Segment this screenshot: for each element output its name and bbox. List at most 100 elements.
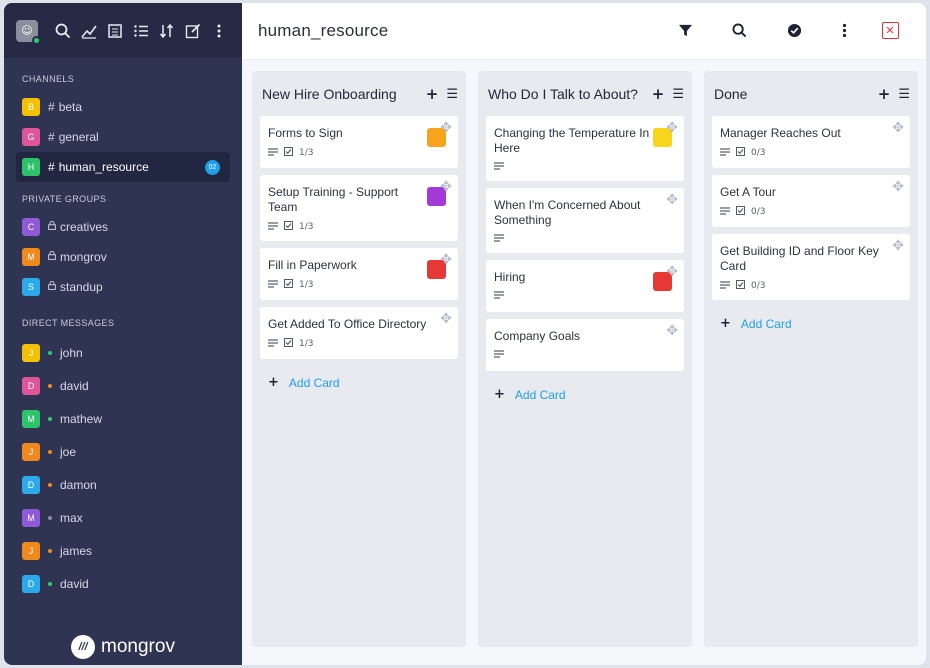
board-header: human_resource ✕ [242,3,926,60]
search-icon[interactable] [50,18,76,44]
task-card[interactable]: Get Added To Office Directory 1/3 ✥ [260,307,458,359]
task-card[interactable]: Fill in Paperwork 1/3 ✥ [260,248,458,300]
checklist-icon [284,279,293,291]
list-icon[interactable] [128,18,154,44]
menu-icon[interactable]: ☰ [446,87,458,102]
user-avatar[interactable]: ☺ [16,19,41,45]
add-icon[interactable]: + [652,85,665,103]
card-title: Changing the Temperature In Here [494,126,650,155]
task-card[interactable]: When I'm Concerned About Something ✥ [486,188,684,253]
task-card[interactable]: Company Goals ✥ [486,319,684,371]
dm-label: david [60,576,89,591]
group-label: standup [60,280,103,294]
description-icon [494,162,504,173]
checklist-count: 1/3 [299,280,314,290]
edit-icon[interactable] [180,18,206,44]
add-card-label: Add Card [514,387,566,402]
dm-avatar: M [22,409,40,428]
plus-icon: + [494,387,505,402]
channel-label: beta [58,100,83,114]
group-item-creatives[interactable]: Ccreatives [16,212,230,242]
drag-handle-icon[interactable]: ✥ [440,311,452,327]
dm-item-mathew[interactable]: Mmathew [16,402,230,435]
more-icon[interactable] [833,19,855,41]
checklist-icon [284,147,293,159]
add-card-button[interactable]: + Add Card [486,387,684,402]
dm-item-max[interactable]: Mmax [16,501,230,534]
sort-icon[interactable] [154,18,180,44]
dm-item-david[interactable]: Ddavid [16,369,230,402]
more-icon[interactable] [206,18,232,44]
board-column: New Hire Onboarding + ☰ Forms to Sign 1/3 ✥ Se… [252,71,466,647]
dm-item-joe[interactable]: Jjoe [16,435,230,468]
drag-handle-icon[interactable]: ✥ [666,264,678,280]
close-icon[interactable]: ✕ [879,19,901,41]
add-card-button[interactable]: + Add Card [712,316,910,331]
checklist-count: 1/3 [299,339,314,349]
dm-item-james[interactable]: Jjames [16,534,230,567]
column-title: Done [714,86,748,102]
checklist-count: 0/3 [751,148,766,158]
menu-icon[interactable]: ☰ [898,87,910,102]
drag-handle-icon[interactable]: ✥ [440,179,452,195]
card-meta: 1/3 [268,279,450,291]
directory-icon[interactable] [102,18,128,44]
brand-footer: /// mongrov [4,635,242,659]
checklist-count: 1/3 [299,222,314,232]
drag-handle-icon[interactable]: ✥ [666,192,678,208]
drag-handle-icon[interactable]: ✥ [666,120,678,136]
group-item-mongrov[interactable]: Mmongrov [16,242,230,272]
dm-item-damon[interactable]: Ddamon [16,468,230,501]
drag-handle-icon[interactable]: ✥ [666,323,678,339]
add-icon[interactable]: + [878,85,891,103]
lock-icon [48,280,56,293]
search-icon[interactable] [728,19,750,41]
hash-icon: # [48,130,55,144]
private-groups-section-label: PRIVATE GROUPS [22,194,107,204]
channel-item-general[interactable]: G # general [16,122,230,152]
drag-handle-icon[interactable]: ✥ [440,252,452,268]
card-meta: 0/3 [720,206,902,218]
column-title: New Hire Onboarding [262,86,397,102]
check-circle-icon[interactable] [783,19,805,41]
drag-handle-icon[interactable]: ✥ [892,179,904,195]
chart-icon[interactable] [76,18,102,44]
channel-item-human_resource[interactable]: H # human_resource 02 [16,152,230,182]
checklist-count: 0/3 [751,281,766,291]
card-title: Get Added To Office Directory [268,317,427,331]
mongrov-logo-icon: /// [71,635,96,659]
card-title: Get A Tour [720,185,776,199]
description-icon [494,350,504,361]
add-icon[interactable]: + [426,85,439,103]
group-item-standup[interactable]: Sstandup [16,272,230,302]
menu-icon[interactable]: ☰ [672,87,684,102]
channel-label: general [58,130,99,144]
channel-item-beta[interactable]: B # beta [16,92,230,122]
dm-item-david[interactable]: Ddavid [16,567,230,600]
add-card-button[interactable]: + Add Card [260,375,458,390]
description-icon [720,206,730,218]
checklist-count: 0/3 [751,207,766,217]
channel-avatar: G [22,128,40,146]
checklist-icon [284,221,293,233]
task-card[interactable]: Get Building ID and Floor Key Card 0/3 ✥ [712,234,910,300]
task-card[interactable]: Forms to Sign 1/3 ✥ [260,116,458,168]
checklist-icon [736,280,745,292]
card-meta: 1/3 [268,147,450,159]
dm-item-john[interactable]: Jjohn [16,336,230,369]
filter-icon[interactable] [674,19,696,41]
drag-handle-icon[interactable]: ✥ [892,120,904,136]
task-card[interactable]: Manager Reaches Out 0/3 ✥ [712,116,910,168]
channel-avatar: B [22,98,40,116]
task-card[interactable]: Changing the Temperature In Here ✥ [486,116,684,181]
card-meta [494,350,676,361]
drag-handle-icon[interactable]: ✥ [440,120,452,136]
drag-handle-icon[interactable]: ✥ [892,238,904,254]
presence-status-dot [48,581,52,586]
task-card[interactable]: Setup Training - Support Team 1/3 ✥ [260,175,458,241]
dm-label: joe [60,444,77,459]
task-card[interactable]: Hiring ✥ [486,260,684,312]
avatar-glyph: ☺ [21,24,33,37]
task-card[interactable]: Get A Tour 0/3 ✥ [712,175,910,227]
presence-status-dot [48,449,52,454]
